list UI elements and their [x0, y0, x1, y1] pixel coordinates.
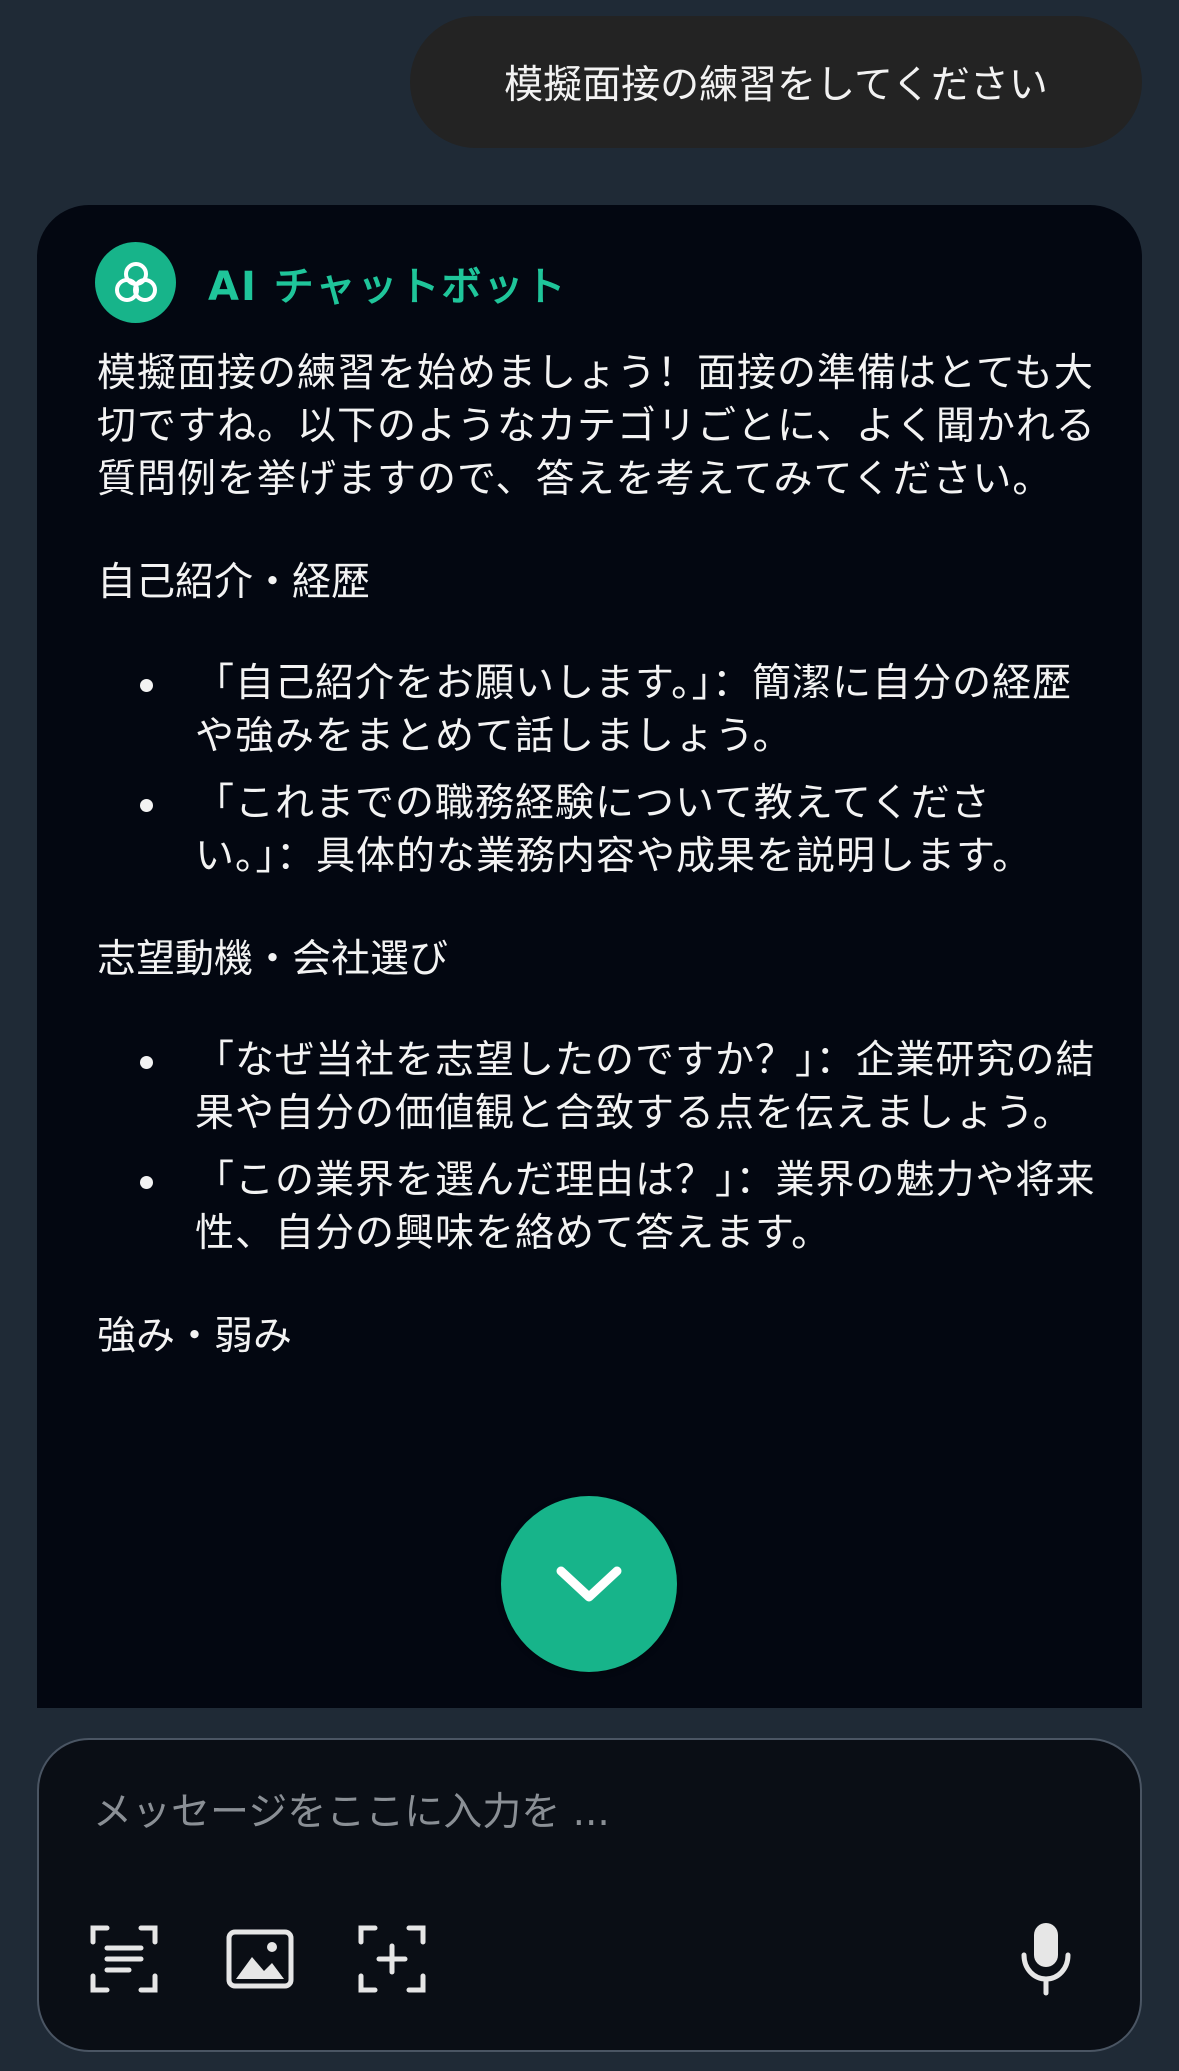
list-item: 「自己紹介をお願いします。」：簡潔に自分の経歴や強みをまとめて話しましょう。: [140, 657, 1097, 763]
message-composer: [37, 1738, 1142, 2052]
list-item: 「これまでの職務経験について教えてください。」：具体的な業務内容や成果を説明しま…: [140, 777, 1097, 883]
assistant-message-card: AI チャットボット 模擬面接の練習を始めましょう！面接の準備はとても大切ですね…: [37, 205, 1142, 1708]
microphone-button[interactable]: [1009, 1922, 1083, 1996]
add-button[interactable]: [355, 1922, 429, 1996]
section-title: 強み・弱み: [97, 1314, 293, 1359]
section-title: 自己紹介・経歴: [97, 560, 371, 605]
microphone-icon: [1021, 1923, 1071, 1996]
list-item: 「なぜ当社を志望したのですか？」：企業研究の結果や自分の価値観と合致する点を伝え…: [140, 1034, 1097, 1140]
user-message-text: 模擬面接の練習をしてください: [504, 63, 1048, 108]
list-item: 「この業界を選んだ理由は？」：業界の魅力や将来性、自分の興味を絡めて答えます。: [140, 1154, 1097, 1260]
scroll-down-button[interactable]: [501, 1496, 677, 1672]
chevron-down-icon: [556, 1566, 622, 1602]
assistant-message-body: 模擬面接の練習を始めましょう！面接の準備はとても大切ですね。以下のようなカテゴリ…: [97, 347, 1097, 1363]
text-scan-button[interactable]: [87, 1922, 161, 1996]
message-input[interactable]: [93, 1790, 993, 1835]
text-scan-icon: [90, 1925, 158, 1993]
chat-screen: 模擬面接の練習をしてください AI チャットボット 模擬面接の練習を始めましょう…: [0, 0, 1179, 2071]
question-list: 「自己紹介をお願いします。」：簡潔に自分の経歴や強みをまとめて話しましょう。 「…: [97, 657, 1097, 883]
image-icon: [226, 1929, 294, 1989]
image-button[interactable]: [223, 1922, 297, 1996]
assistant-header: AI チャットボット: [95, 242, 567, 323]
assistant-intro: 模擬面接の練習を始めましょう！面接の準備はとても大切ですね。以下のようなカテゴリ…: [97, 351, 1096, 502]
swirl-logo-icon: [95, 242, 176, 323]
question-list: 「なぜ当社を志望したのですか？」：企業研究の結果や自分の価値観と合致する点を伝え…: [97, 1034, 1097, 1260]
section-title: 志望動機・会社選び: [97, 937, 449, 982]
user-message-bubble: 模擬面接の練習をしてください: [410, 16, 1142, 148]
add-frame-icon: [358, 1925, 426, 1993]
assistant-name: AI チャットボット: [208, 263, 568, 310]
